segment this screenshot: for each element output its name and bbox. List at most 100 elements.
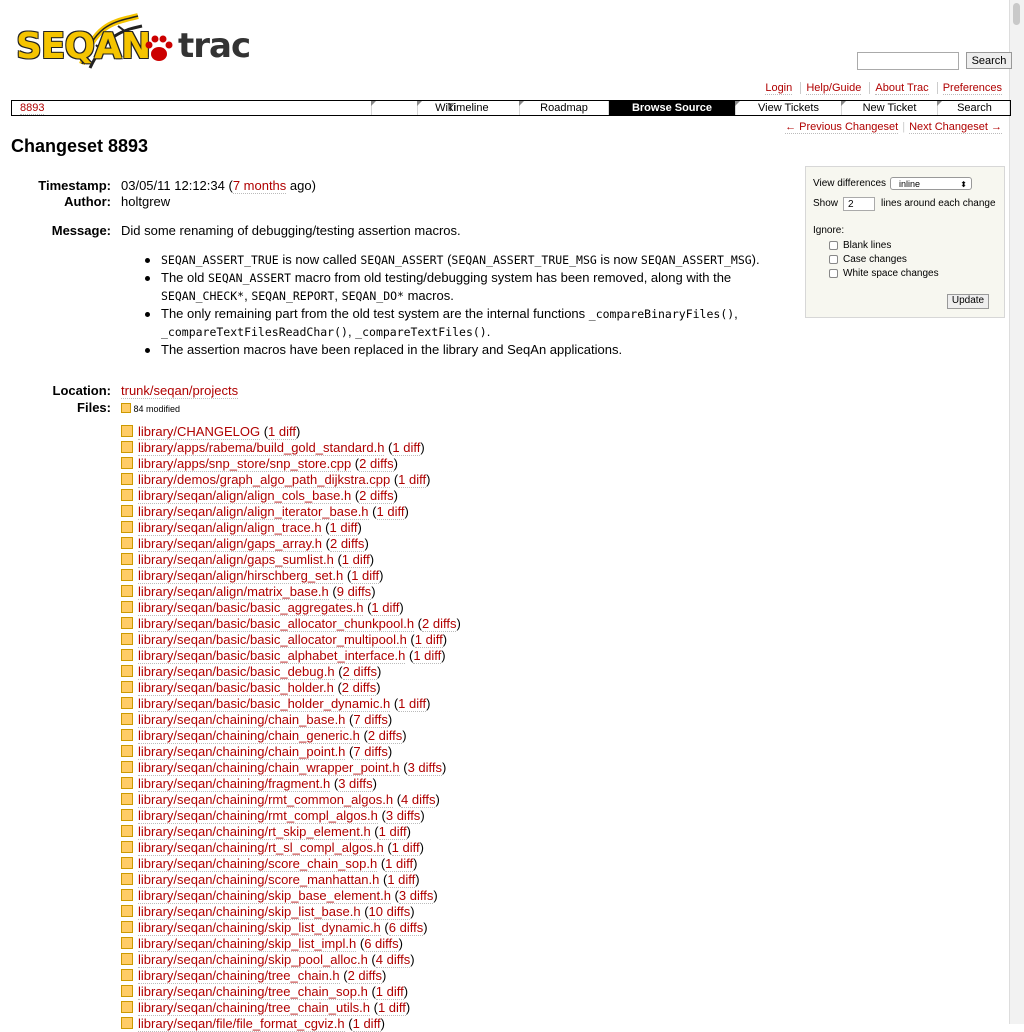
file-path-link[interactable]: library/seqan/chaining/fragment.h <box>138 776 331 792</box>
preferences-link[interactable]: Preferences <box>942 82 1002 95</box>
file-path-link[interactable]: library/seqan/chaining/chain_point.h <box>138 744 346 760</box>
white-space-checkbox[interactable] <box>829 269 838 278</box>
changeset-crumb[interactable]: 8893 <box>20 102 45 115</box>
file-path-link[interactable]: library/seqan/align/gaps_array.h <box>138 536 323 552</box>
tab-view-tickets[interactable]: View Tickets <box>735 101 841 115</box>
file-path-link[interactable]: library/seqan/chaining/chain_base.h <box>138 712 346 728</box>
file-path-link[interactable]: library/seqan/align/align_trace.h <box>138 520 322 536</box>
file-diff-link[interactable]: 1 diff <box>387 872 416 888</box>
file-path-link[interactable]: library/seqan/chaining/skip_list_dynamic… <box>138 920 381 936</box>
file-path-link[interactable]: library/seqan/basic/basic_aggregates.h <box>138 600 364 616</box>
file-diff-link[interactable]: 1 diff <box>385 856 414 872</box>
file-diff-link[interactable]: 2 diffs <box>367 728 403 744</box>
file-diff-link[interactable]: 2 diffs <box>329 536 365 552</box>
file-path-link[interactable]: library/seqan/chaining/chain_wrapper_poi… <box>138 760 400 776</box>
file-diff-link[interactable]: 1 diff <box>378 824 407 840</box>
tab-search[interactable]: Search <box>937 101 1011 115</box>
file-diff-link[interactable]: 9 diffs <box>336 584 372 600</box>
file-diff-link[interactable]: 7 diffs <box>353 712 388 728</box>
file-diff-link[interactable]: 1 diff <box>371 600 400 616</box>
file-diff-link[interactable]: 10 diffs <box>368 904 411 920</box>
file-path-link[interactable]: library/seqan/chaining/skip_base_element… <box>138 888 391 904</box>
file-diff-link[interactable]: 1 diff <box>377 1000 406 1016</box>
seqan-trac-logo[interactable]: SEQAN trac <box>16 12 251 70</box>
file-path-link[interactable]: library/seqan/chaining/rt_sl_compl_algos… <box>138 840 384 856</box>
timestamp-relative-link[interactable]: 7 months <box>232 178 287 194</box>
file-path-link[interactable]: library/demos/graph_algo_path_dijkstra.c… <box>138 472 391 488</box>
about-trac-link[interactable]: About Trac <box>875 82 929 95</box>
file-path-link[interactable]: library/seqan/chaining/skip_list_base.h <box>138 904 361 920</box>
file-diff-link[interactable]: 2 diffs <box>422 616 457 632</box>
update-button[interactable]: Update <box>947 294 989 309</box>
file-diff-link[interactable]: 1 diff <box>376 504 405 520</box>
file-path-link[interactable]: library/seqan/chaining/score_chain_sop.h <box>138 856 378 872</box>
file-path-link[interactable]: library/seqan/chaining/rmt_compl_algos.h <box>138 808 378 824</box>
file-path-link[interactable]: library/seqan/chaining/rt_skip_element.h <box>138 824 371 840</box>
file-diff-link[interactable]: 1 diff <box>352 1016 381 1032</box>
file-diff-link[interactable]: 3 diffs <box>385 808 421 824</box>
file-diff-link[interactable]: 1 diff <box>398 472 427 488</box>
file-diff-link[interactable]: 6 diffs <box>364 936 399 952</box>
file-diff-link[interactable]: 7 diffs <box>353 744 388 760</box>
file-path-link[interactable]: library/seqan/basic/basic_allocator_mult… <box>138 632 407 648</box>
context-lines-input[interactable]: 2 <box>843 197 875 211</box>
file-diff-link[interactable]: 1 diff <box>414 632 443 648</box>
search-button[interactable]: Search <box>966 52 1012 69</box>
file-diff-link[interactable]: 6 diffs <box>388 920 424 936</box>
search-input[interactable] <box>857 52 959 70</box>
file-path-link[interactable]: library/seqan/chaining/tree_chain.h <box>138 968 340 984</box>
file-path-link[interactable]: library/seqan/chaining/rmt_common_algos.… <box>138 792 394 808</box>
file-path-link[interactable]: library/seqan/file/file_format_cgviz.h <box>138 1016 345 1032</box>
file-diff-link[interactable]: 1 diff <box>413 648 442 664</box>
file-path-link[interactable]: library/seqan/chaining/skip_list_impl.h <box>138 936 357 952</box>
file-diff-link[interactable]: 3 diffs <box>407 760 443 776</box>
file-diff-link[interactable]: 1 diff <box>268 424 296 440</box>
file-diff-link[interactable]: 3 diffs <box>398 888 434 904</box>
file-diff-link[interactable]: 1 diff <box>329 520 358 536</box>
page-scrollbar[interactable] <box>1009 0 1024 1024</box>
file-path-link[interactable]: library/seqan/chaining/tree_chain_utils.… <box>138 1000 370 1016</box>
tab-roadmap[interactable]: Roadmap <box>519 101 608 115</box>
file-path-link[interactable]: library/seqan/basic/basic_alphabet_inter… <box>138 648 406 664</box>
file-diff-link[interactable]: 3 diffs <box>338 776 373 792</box>
file-diff-link[interactable]: 2 diffs <box>359 456 394 472</box>
file-diff-link[interactable]: 1 diff <box>351 568 380 584</box>
scroll-thumb[interactable] <box>1013 3 1020 25</box>
file-path-link[interactable]: library/seqan/chaining/chain_generic.h <box>138 728 360 744</box>
file-path-link[interactable]: library/apps/rabema/build_gold_standard.… <box>138 440 385 456</box>
file-diff-link[interactable]: 2 diffs <box>341 680 377 696</box>
blank-lines-checkbox[interactable] <box>829 241 838 250</box>
file-path-link[interactable]: library/seqan/basic/basic_debug.h <box>138 664 335 680</box>
file-diff-link[interactable]: 4 diffs <box>401 792 436 808</box>
previous-changeset-link[interactable]: ← Previous Changeset <box>785 121 899 134</box>
file-path-link[interactable]: library/seqan/align/hirschberg_set.h <box>138 568 344 584</box>
file-path-link[interactable]: library/seqan/basic/basic_holder.h <box>138 680 334 696</box>
file-path-link[interactable]: library/seqan/align/align_cols_base.h <box>138 488 352 504</box>
tab-new-ticket[interactable]: New Ticket <box>841 101 937 115</box>
file-path-link[interactable]: library/CHANGELOG <box>138 424 261 440</box>
file-path-link[interactable]: library/seqan/chaining/tree_chain_sop.h <box>138 984 368 1000</box>
view-differences-select[interactable]: inline ⬍ <box>890 177 972 190</box>
case-changes-checkbox[interactable] <box>829 255 838 264</box>
file-path-link[interactable]: library/seqan/chaining/score_manhattan.h <box>138 872 380 888</box>
file-diff-link[interactable]: 1 diff <box>392 440 421 456</box>
file-path-link[interactable]: library/seqan/basic/basic_allocator_chun… <box>138 616 415 632</box>
file-diff-link[interactable]: 1 diff <box>375 984 404 1000</box>
file-diff-link[interactable]: 2 diffs <box>342 664 377 680</box>
file-diff-link[interactable]: 2 diffs <box>347 968 383 984</box>
file-diff-link[interactable]: 1 diff <box>391 840 420 856</box>
file-path-link[interactable]: library/seqan/align/gaps_sumlist.h <box>138 552 334 568</box>
file-path-link[interactable]: library/seqan/basic/basic_holder_dynamic… <box>138 696 391 712</box>
file-path-link[interactable]: library/seqan/align/matrix_base.h <box>138 584 329 600</box>
tab-browse-source[interactable]: Browse Source <box>608 101 735 115</box>
file-path-link[interactable]: library/seqan/align/align_iterator_base.… <box>138 504 369 520</box>
login-link[interactable]: Login <box>765 82 793 95</box>
file-diff-link[interactable]: 2 diffs <box>359 488 394 504</box>
help-guide-link[interactable]: Help/Guide <box>806 82 862 95</box>
location-link[interactable]: trunk/seqan/projects <box>121 383 239 399</box>
file-diff-link[interactable]: 4 diffs <box>375 952 411 968</box>
file-diff-link[interactable]: 1 diff <box>398 696 427 712</box>
file-diff-link[interactable]: 1 diff <box>341 552 370 568</box>
next-changeset-link[interactable]: Next Changeset → <box>909 121 1002 134</box>
file-path-link[interactable]: library/seqan/chaining/skip_pool_alloc.h <box>138 952 368 968</box>
